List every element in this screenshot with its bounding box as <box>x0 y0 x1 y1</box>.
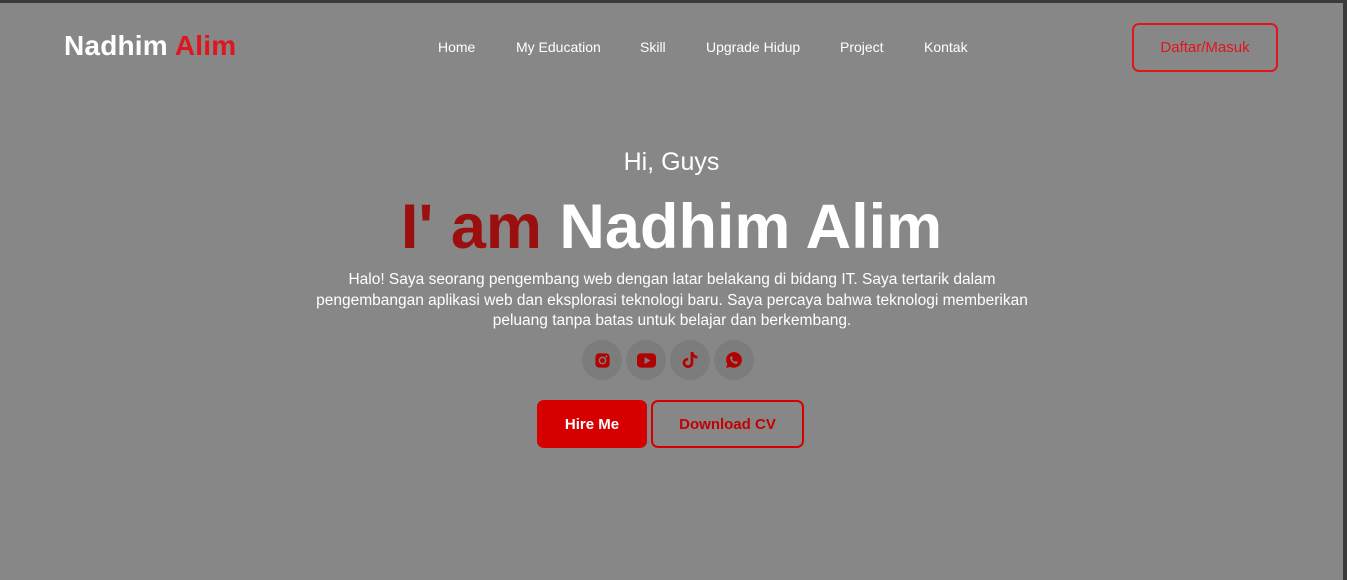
social-links <box>582 340 754 382</box>
download-cv-button[interactable]: Download CV <box>651 400 804 448</box>
instagram-icon[interactable] <box>582 340 622 380</box>
youtube-icon[interactable] <box>626 340 666 380</box>
headline-name: Nadhim Alim <box>559 192 943 262</box>
whatsapp-icon[interactable] <box>714 340 754 380</box>
hire-me-button[interactable]: Hire Me <box>537 400 647 448</box>
intro-line: Halo! Saya seorang pengembang web dengan… <box>348 271 996 288</box>
page-overlay: Nadhim Alim Home My Education Skill Upgr… <box>0 3 1343 580</box>
tiktok-icon[interactable] <box>670 340 710 380</box>
intro-line: peluang tanpa batas untuk belajar dan be… <box>492 312 852 329</box>
intro-line: pengembangan aplikasi web dan eksplorasi… <box>316 291 1028 309</box>
headline-prefix: I' am <box>400 192 542 262</box>
hero-intro: Halo! Saya seorang pengembang web dengan… <box>296 270 1048 332</box>
hero-greeting: Hi, Guys <box>623 148 720 176</box>
hero-headline: I' am Nadhim Alim <box>0 191 1343 263</box>
hero-section: Hi, Guys I' am Nadhim Alim Halo! Saya se… <box>0 3 1343 580</box>
